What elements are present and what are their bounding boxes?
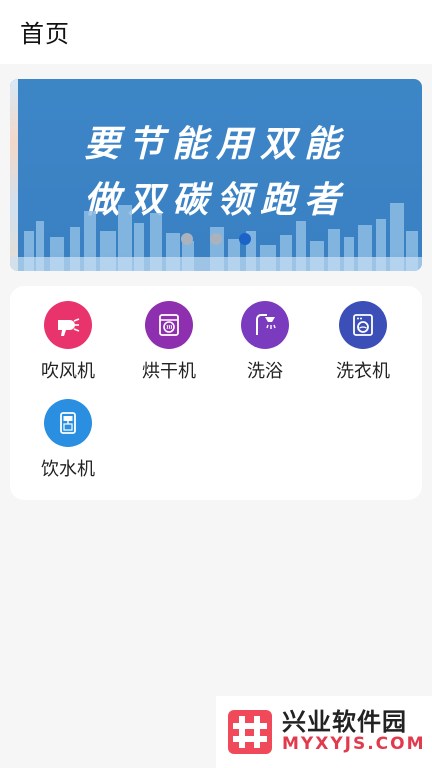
device-item-shower[interactable]: 洗浴 [217,301,313,391]
device-label: 烘干机 [142,361,196,382]
carousel-dot-1[interactable] [181,233,193,245]
device-item-hair-dryer[interactable]: 吹风机 [20,301,116,391]
device-item-washing-machine[interactable]: 洗衣机 [315,301,411,391]
water-dispenser-icon [44,399,92,447]
watermark-url: MYXYJS.COM [282,734,426,754]
shower-icon [241,301,289,349]
device-label: 吹风机 [41,361,95,382]
device-label: 洗衣机 [336,361,390,382]
device-grid-card: 吹风机 烘干机 洗浴 洗衣机 饮水机 [10,286,422,500]
carousel-dot-3-active[interactable] [239,233,251,245]
site-watermark: 兴业软件园 MYXYJS.COM [216,696,432,768]
page-title: 首页 [20,20,70,48]
carousel-dot-2[interactable] [210,233,222,245]
device-label: 洗浴 [247,361,283,382]
device-item-water-dispenser[interactable]: 饮水机 [20,399,116,489]
device-label: 饮水机 [41,459,95,480]
device-item-dryer[interactable]: 烘干机 [121,301,217,391]
watermark-title: 兴业软件园 [282,708,407,736]
app-header: 首页 [0,0,432,64]
hash-logo-icon [228,710,272,754]
washing-machine-icon [339,301,387,349]
hair-dryer-icon [44,301,92,349]
banner-slogan-line1: 要节能用双能 [83,123,348,165]
carousel-indicator [0,233,432,249]
dryer-icon [145,301,193,349]
